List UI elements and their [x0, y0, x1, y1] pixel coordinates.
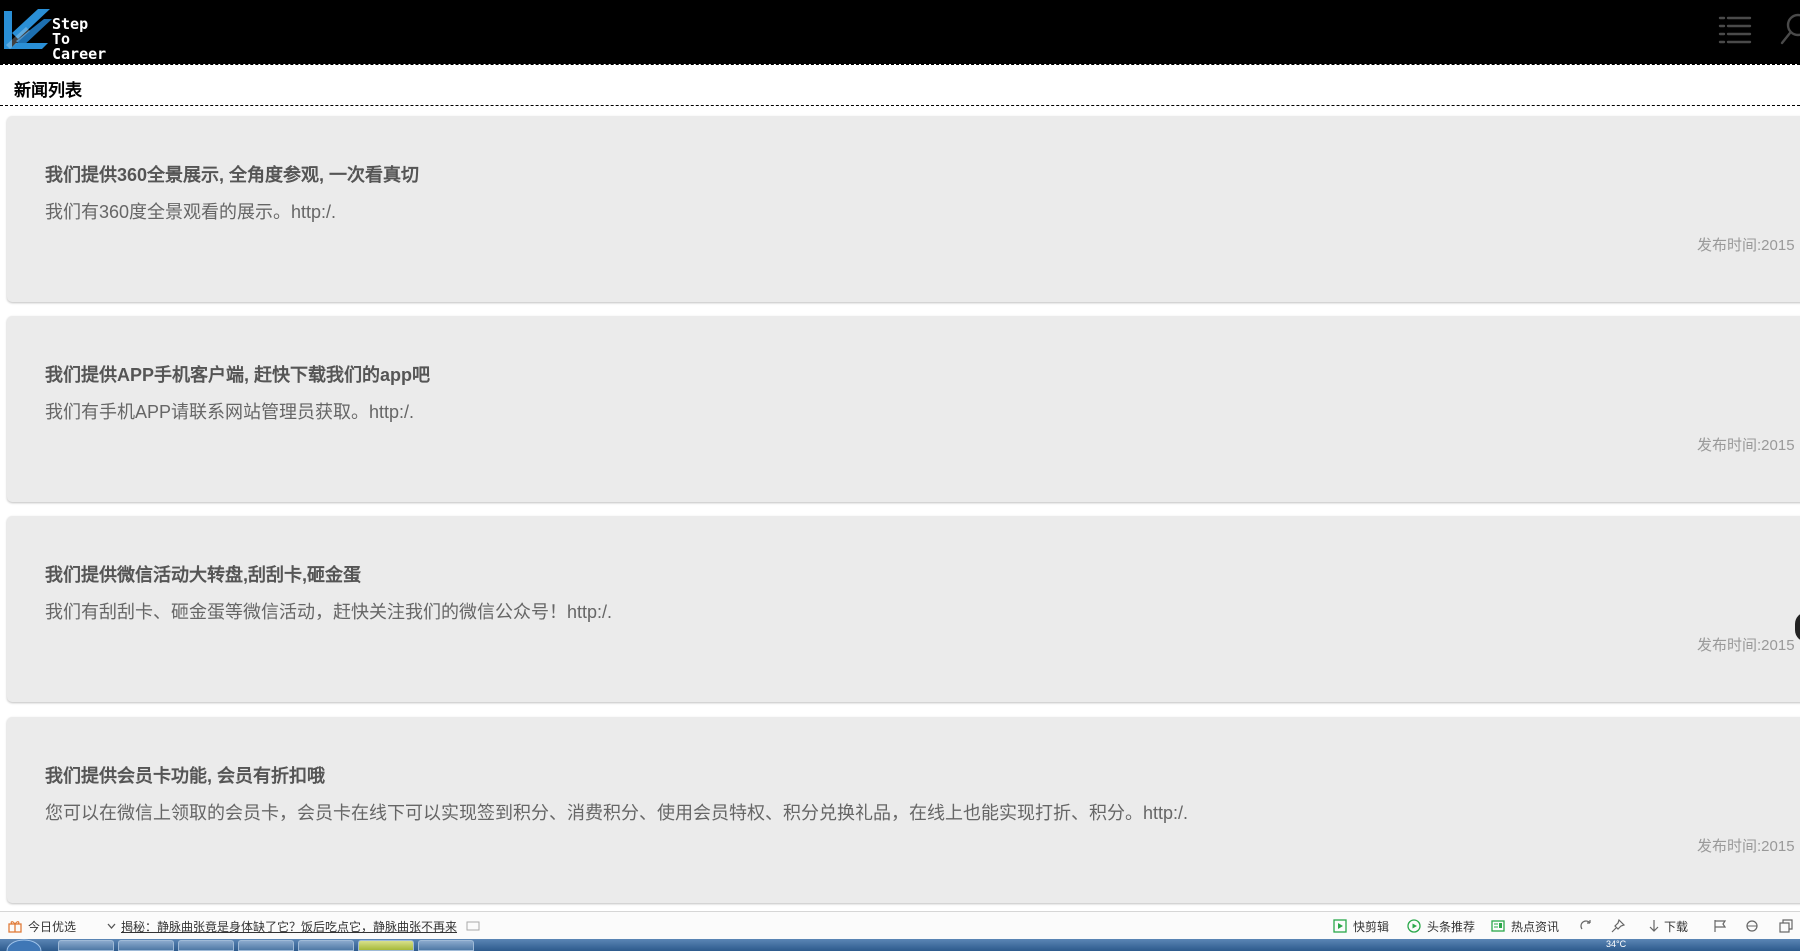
clip-label: 快剪辑	[1353, 920, 1390, 934]
taskbar-app[interactable]	[418, 940, 474, 951]
logo-text: Step To Career	[52, 17, 112, 62]
taskbar-app[interactable]	[238, 940, 294, 951]
download-button[interactable]: 下载	[1647, 918, 1688, 935]
chevron-down-icon	[107, 923, 116, 929]
taskbar-app-active[interactable]	[358, 940, 414, 951]
site-header: Step To Career	[0, 0, 1800, 64]
news-summary: 我们有手机APP请联系网站管理员获取。http:/.	[45, 402, 415, 422]
window-icon[interactable]	[466, 919, 480, 933]
headlines-label: 头条推荐	[1427, 920, 1476, 934]
news-summary: 我们有360度全景观看的展示。http:/.	[45, 202, 337, 222]
os-taskbar: 34°C	[0, 939, 1800, 951]
flag-icon[interactable]	[1713, 919, 1727, 933]
news-ticker-link[interactable]: 揭秘：静脉曲张竟是身体缺了它？饭后吃点它，静脉曲张不再来	[121, 920, 457, 934]
clip-button[interactable]: 快剪辑	[1333, 918, 1389, 935]
daily-pick-button[interactable]: 今日优选	[8, 918, 76, 935]
taskbar-app[interactable]	[118, 940, 174, 951]
list-menu-icon[interactable]	[1718, 14, 1752, 46]
news-icon	[1491, 920, 1505, 932]
news-title[interactable]: 我们提供360全景展示, 全角度参观, 一次看真切	[45, 161, 419, 187]
browser-status-bar: 今日优选 揭秘：静脉曲张竟是身体缺了它？饭后吃点它，静脉曲张不再来 快剪辑 头条…	[0, 911, 1800, 939]
recycle-icon[interactable]	[1579, 919, 1593, 933]
news-item[interactable]: 我们提供APP手机客户端, 赶快下载我们的app吧 我们有手机APP请联系网站管…	[7, 316, 1800, 502]
news-publish-time: 发布时间:2015	[1697, 437, 1795, 454]
play-icon	[1333, 919, 1347, 933]
news-title[interactable]: 我们提供会员卡功能, 会员有折扣哦	[45, 762, 325, 788]
search-icon[interactable]	[1780, 12, 1800, 46]
pin-icon[interactable]	[1611, 919, 1625, 933]
browser-ie-icon[interactable]	[1745, 919, 1759, 933]
news-item[interactable]: 我们提供会员卡功能, 会员有折扣哦 您可以在微信上领取的会员卡，会员卡在线下可以…	[7, 717, 1800, 903]
news-ticker[interactable]: 揭秘：静脉曲张竟是身体缺了它？饭后吃点它，静脉曲张不再来	[107, 918, 486, 935]
news-item[interactable]: 我们提供360全景展示, 全角度参观, 一次看真切 我们有360度全景观看的展示…	[7, 116, 1800, 302]
news-publish-time: 发布时间:2015	[1697, 637, 1795, 654]
news-publish-time: 发布时间:2015	[1697, 838, 1795, 855]
gift-icon	[8, 921, 22, 933]
start-button-icon[interactable]	[6, 939, 42, 951]
news-publish-time: 发布时间:2015	[1697, 237, 1795, 254]
daily-pick-label: 今日优选	[28, 920, 77, 934]
news-summary: 我们有刮刮卡、砸金蛋等微信活动，赶快关注我们的微信公众号！http:/.	[45, 602, 613, 622]
play-circle-icon	[1407, 919, 1421, 933]
download-icon	[1649, 920, 1659, 932]
logo-mark-icon	[4, 9, 52, 49]
tray-temperature: 34°C	[1606, 939, 1627, 949]
hot-news-label: 热点资讯	[1511, 920, 1560, 934]
site-logo[interactable]: Step To Career	[2, 5, 112, 62]
news-title[interactable]: 我们提供微信活动大转盘,刮刮卡,砸金蛋	[45, 561, 361, 587]
taskbar-app[interactable]	[178, 940, 234, 951]
restore-window-icon[interactable]	[1779, 919, 1793, 933]
logo-line-1: Step To	[52, 15, 89, 48]
hot-news-button[interactable]: 热点资讯	[1491, 918, 1559, 935]
section-header: 新闻列表	[0, 64, 1800, 106]
taskbar-app[interactable]	[58, 940, 114, 951]
news-title[interactable]: 我们提供APP手机客户端, 赶快下载我们的app吧	[45, 361, 430, 387]
page-title: 新闻列表	[14, 81, 82, 100]
headlines-button[interactable]: 头条推荐	[1407, 918, 1475, 935]
taskbar-app[interactable]	[298, 940, 354, 951]
download-label: 下载	[1664, 920, 1689, 934]
news-item[interactable]: 我们提供微信活动大转盘,刮刮卡,砸金蛋 我们有刮刮卡、砸金蛋等微信活动，赶快关注…	[7, 516, 1800, 702]
news-summary: 您可以在微信上领取的会员卡，会员卡在线下可以实现签到积分、消费积分、使用会员特权…	[45, 803, 1189, 823]
logo-line-2: Career	[52, 45, 107, 63]
